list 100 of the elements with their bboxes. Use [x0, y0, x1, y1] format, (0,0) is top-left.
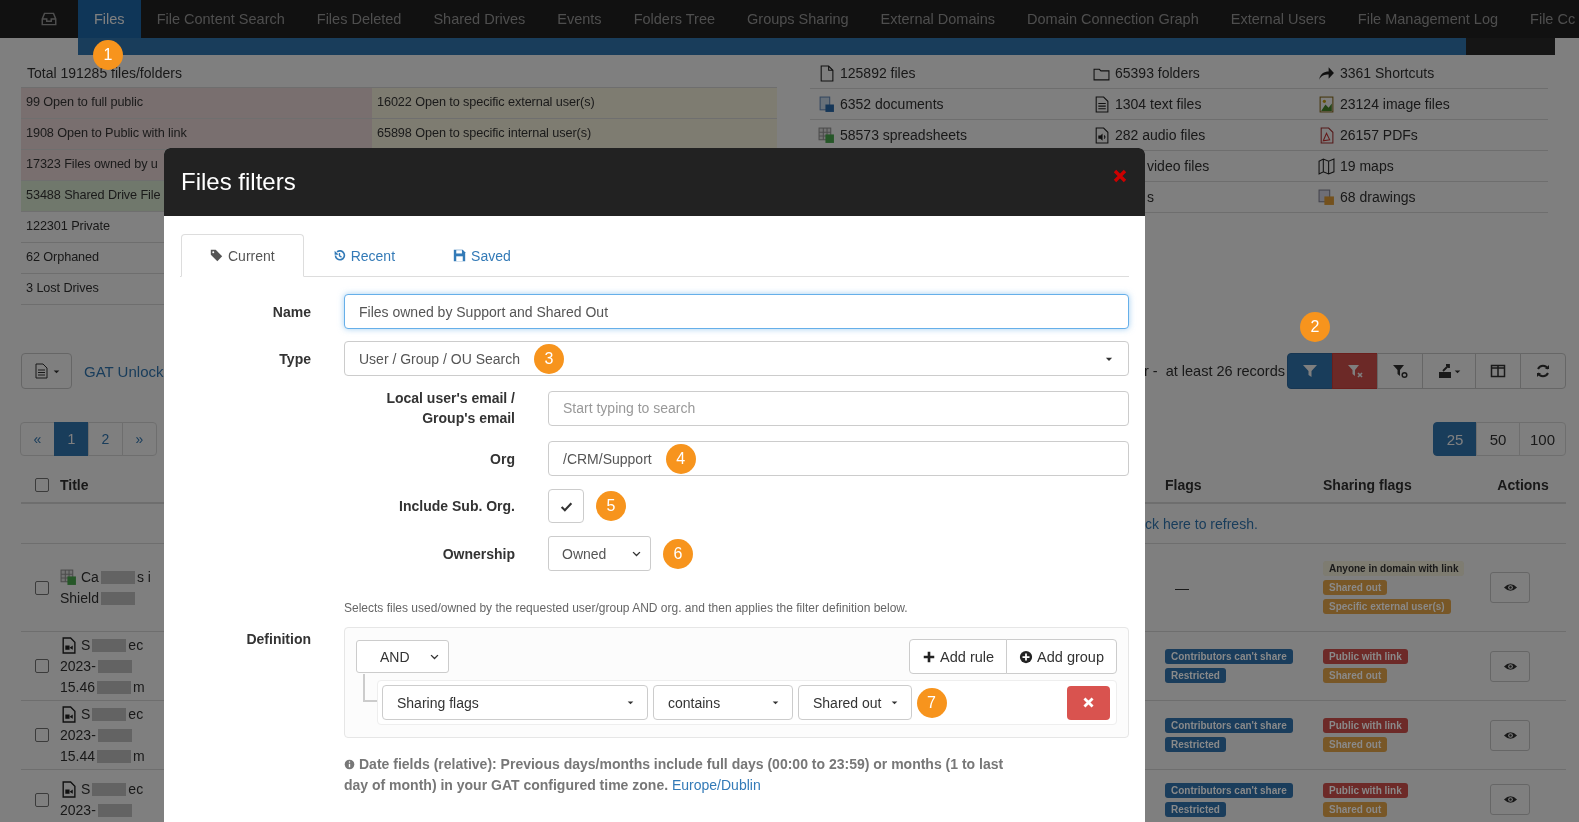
flag-tag: Restricted: [1165, 737, 1226, 752]
redacted-text: [97, 659, 132, 673]
unlock-link[interactable]: GAT Unlock: [84, 362, 164, 380]
filter-tab[interactable]: Current: [181, 234, 304, 277]
filter-tab[interactable]: Saved: [424, 234, 540, 277]
field-label: Definition: [245, 630, 311, 647]
file-title[interactable]: m: [133, 678, 145, 696]
document-icon: [818, 95, 835, 113]
column-header: Flags: [1165, 468, 1323, 504]
nav-tab[interactable]: Folders Tree: [617, 0, 732, 38]
export-icon: [1436, 363, 1453, 379]
nav-tab[interactable]: External Users: [1214, 0, 1342, 38]
flag-tag: Shared out: [1323, 668, 1388, 683]
refresh-link[interactable]: ck here to refresh.: [1145, 515, 1566, 532]
row-checkbox[interactable]: [35, 728, 49, 742]
export-menu-button[interactable]: [21, 353, 72, 389]
page-button[interactable]: 25: [1432, 422, 1477, 456]
map-icon: [1318, 157, 1335, 175]
operator-select[interactable]: contains: [653, 685, 793, 720]
file-title[interactable]: Shield: [60, 589, 99, 607]
page-button[interactable]: »: [122, 422, 157, 456]
nav-tab[interactable]: Shared Drives: [417, 0, 542, 38]
input-field[interactable]: Files owned by Support and Shared Out: [344, 294, 1129, 329]
flag-tag: Restricted: [1165, 801, 1226, 817]
condition-select[interactable]: AND: [356, 640, 449, 673]
columns-button[interactable]: [1475, 353, 1521, 389]
file-title[interactable]: ec: [128, 780, 144, 798]
file-title[interactable]: S: [81, 705, 91, 723]
video-file-icon: [60, 780, 77, 798]
filter-settings-icon: [1392, 363, 1408, 379]
video-file-icon: [60, 636, 77, 654]
timezone-link[interactable]: Europe/Dublin: [671, 777, 761, 793]
type-select[interactable]: User / Group / OU Search 3: [344, 341, 1129, 376]
view-button[interactable]: [1490, 784, 1530, 815]
sharing-stat: 65898 Open to specific internal user(s): [372, 119, 777, 150]
file-title[interactable]: 2023-: [60, 657, 96, 675]
row-checkbox[interactable]: [35, 659, 49, 673]
file-title[interactable]: 15.44: [60, 747, 96, 765]
file-title[interactable]: m: [133, 747, 145, 765]
view-button[interactable]: [1490, 572, 1530, 603]
page-button[interactable]: 2: [88, 422, 123, 456]
file-title[interactable]: S: [81, 636, 91, 654]
drawing-icon: [1318, 188, 1335, 206]
filter-remove-button[interactable]: [1332, 353, 1378, 389]
file-title[interactable]: 15.46: [60, 678, 96, 696]
flag-tag: Anyone in domain with link: [1323, 561, 1465, 576]
file-title[interactable]: 2023-: [60, 801, 96, 819]
nav-tab[interactable]: Groups Sharing: [731, 0, 865, 38]
nav-tab[interactable]: File Management Log: [1341, 0, 1515, 38]
flag-tag: Contributors can't share: [1165, 782, 1293, 798]
page-button[interactable]: 50: [1475, 422, 1520, 456]
nav-tab[interactable]: Domain Connection Graph: [1011, 0, 1215, 38]
refresh-button[interactable]: [1520, 353, 1566, 389]
value-select[interactable]: Shared out: [798, 685, 912, 720]
view-button[interactable]: [1490, 719, 1530, 751]
flag-tag: Shared out: [1323, 737, 1388, 752]
nav-tab[interactable]: File Cc: [1514, 0, 1579, 38]
file-title[interactable]: 2023-: [60, 726, 96, 744]
file-title[interactable]: Ca: [81, 568, 99, 586]
nav-tab[interactable]: Files: [78, 0, 141, 38]
file-title[interactable]: ec: [128, 636, 144, 654]
row-checkbox[interactable]: [35, 580, 49, 595]
checkbox[interactable]: [548, 489, 584, 523]
input-field[interactable]: /CRM/Support 4: [548, 441, 1129, 476]
redacted-text: [97, 680, 132, 694]
field-select[interactable]: Sharing flags: [382, 685, 648, 720]
file-title[interactable]: ec: [128, 705, 144, 723]
filter-button[interactable]: [1287, 353, 1333, 389]
delete-rule-button[interactable]: [1067, 685, 1110, 720]
add-rule-button[interactable]: Add rule: [909, 639, 1008, 674]
file-type-count: 282 audio files: [1115, 127, 1206, 143]
file-type-count: 68 drawings: [1340, 189, 1416, 205]
flag-tag: Public with link: [1323, 718, 1408, 733]
audio-file-icon: [1093, 126, 1110, 144]
row-checkbox[interactable]: [35, 792, 49, 807]
flag-tag: Shared out: [1323, 801, 1388, 817]
page-button[interactable]: 1: [54, 422, 89, 456]
file-title[interactable]: s i: [136, 568, 151, 586]
filter-icon: [1302, 363, 1318, 379]
records-count: r - at least 26 records: [1143, 363, 1285, 379]
add-group-button[interactable]: Add group: [1006, 639, 1117, 674]
ownership-select[interactable]: Owned: [548, 536, 651, 571]
nav-tab[interactable]: Events: [541, 0, 618, 38]
image-file-icon: [1318, 95, 1335, 113]
filter-settings-button[interactable]: [1377, 353, 1423, 389]
columns-icon: [1490, 363, 1506, 379]
nav-tab[interactable]: Files Deleted: [300, 0, 418, 38]
sharing-stat: 99 Open to full public: [21, 88, 372, 119]
select-all-checkbox[interactable]: [35, 478, 49, 492]
flag-tag: Public with link: [1323, 782, 1408, 798]
file-type-count: 26157 PDFs: [1340, 127, 1418, 143]
redacted-text: [97, 803, 132, 817]
page-button[interactable]: «: [20, 422, 55, 456]
export-button[interactable]: [1422, 353, 1476, 389]
view-button[interactable]: [1490, 650, 1530, 682]
page-button[interactable]: 100: [1518, 422, 1566, 456]
tag-icon: [210, 249, 223, 262]
file-title[interactable]: S: [81, 780, 91, 798]
nav-tab[interactable]: External Domains: [864, 0, 1012, 38]
input-field[interactable]: Start typing to search: [548, 390, 1129, 426]
